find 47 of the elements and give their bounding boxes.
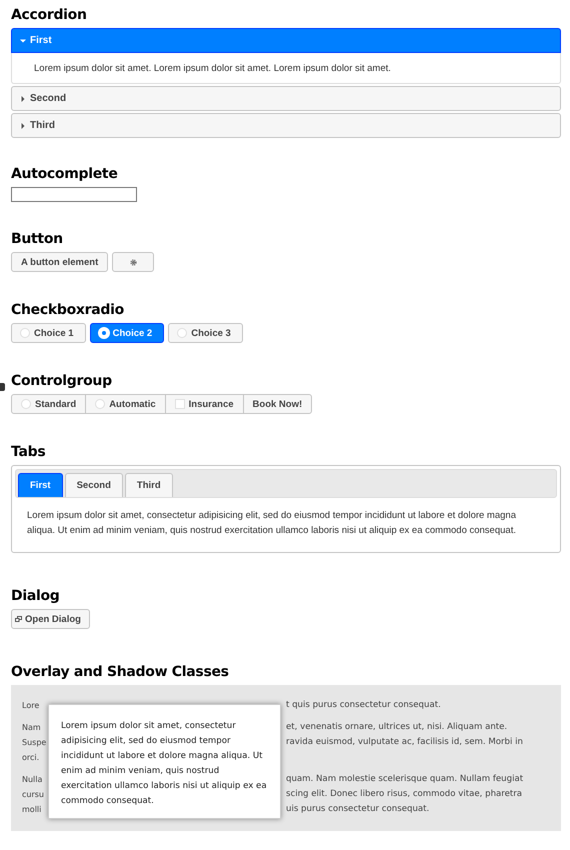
input-field[interactable]: [11, 187, 137, 202]
accordion-header[interactable]: Third: [11, 113, 561, 138]
tab-content-text: Lorem ipsum dolor sit amet, consectetur adipisicing elit, sed do eiusmod tempor incididunt ut labore et dolore magna aliqua. Ut enim ad minim veniam, quis nostrud exercitation ullamco laboris nisi ut aliquip ex ea commodo consequat.: [27, 509, 517, 538]
caret-right-icon: [20, 122, 26, 128]
text-button[interactable]: A button element: [11, 252, 108, 272]
radio-button[interactable]: Automatic: [85, 394, 166, 414]
body-text: cursu: [22, 789, 44, 801]
body-text: Nulla: [22, 774, 42, 786]
tab[interactable]: Third: [124, 473, 173, 497]
dark-marker: [0, 383, 5, 391]
section-heading: Checkboxradio: [11, 302, 124, 318]
body-text: Nam: [22, 722, 41, 734]
body-text: et, venenatis ornare, ultrices ut, nisi. Aliquam ante.: [286, 721, 508, 734]
body-text: quam. Nam molestie scelerisque quam. Nullam feugiat: [286, 773, 524, 786]
gear-icon: [130, 258, 137, 266]
body-text: scing elit. Donec libero risus, commodo vitae, pharetra: [286, 788, 524, 801]
body-text: uis purus consectetur consequat.: [286, 803, 430, 816]
panel-text: Lorem ipsum dolor sit amet. Lorem ipsum dolor sit amet. Lorem ipsum dolor sit amet.: [34, 63, 392, 74]
accordion-header[interactable]: First: [11, 28, 561, 53]
section-heading: Dialog: [11, 588, 60, 604]
body-text: Lore: [22, 700, 40, 712]
radio-button[interactable]: Choice 2: [90, 323, 164, 343]
radio-button[interactable]: Choice 1: [11, 323, 86, 343]
tab[interactable]: Second: [64, 473, 123, 497]
section-heading: Button: [11, 231, 63, 247]
checkbox-button[interactable]: Insurance: [164, 394, 244, 414]
accordion-header[interactable]: Second: [11, 86, 561, 111]
body-text: Suspe: [22, 737, 46, 749]
body-text: orci.: [22, 752, 40, 764]
section-heading: Tabs: [11, 444, 46, 460]
section-heading: Accordion: [11, 7, 87, 23]
gear-button[interactable]: [112, 252, 154, 272]
tab[interactable]: First: [18, 473, 63, 497]
new-window-icon: [15, 616, 22, 622]
radio-button[interactable]: Choice 3: [168, 323, 243, 343]
section-heading: Overlay and Shadow Classes: [11, 664, 229, 680]
section-heading: Autocomplete: [11, 166, 118, 182]
caret-down-icon: [20, 38, 26, 44]
body-text: ravida euismod, vulputate ac, facilisis id, sem. Morbi in: [286, 736, 524, 749]
radio-button[interactable]: Standard: [11, 394, 86, 414]
popup-text: Lorem ipsum dolor sit amet, consectetur adipisicing elit, sed do eiusmod tempor incididunt ut labore et dolore magna aliqua. Ut enim ad minim veniam, quis nostrud exercitation ullamco laboris nisi ut aliquip ex ea commodo consequat.: [61, 720, 268, 808]
body-text: t quis purus consectetur consequat.: [286, 699, 442, 712]
caret-right-icon: [20, 96, 26, 102]
book-button[interactable]: Book Now!: [242, 394, 312, 414]
section-heading: Controlgroup: [11, 373, 112, 389]
body-text: molli: [22, 804, 42, 816]
open-dialog-button[interactable]: Open Dialog: [11, 609, 90, 629]
